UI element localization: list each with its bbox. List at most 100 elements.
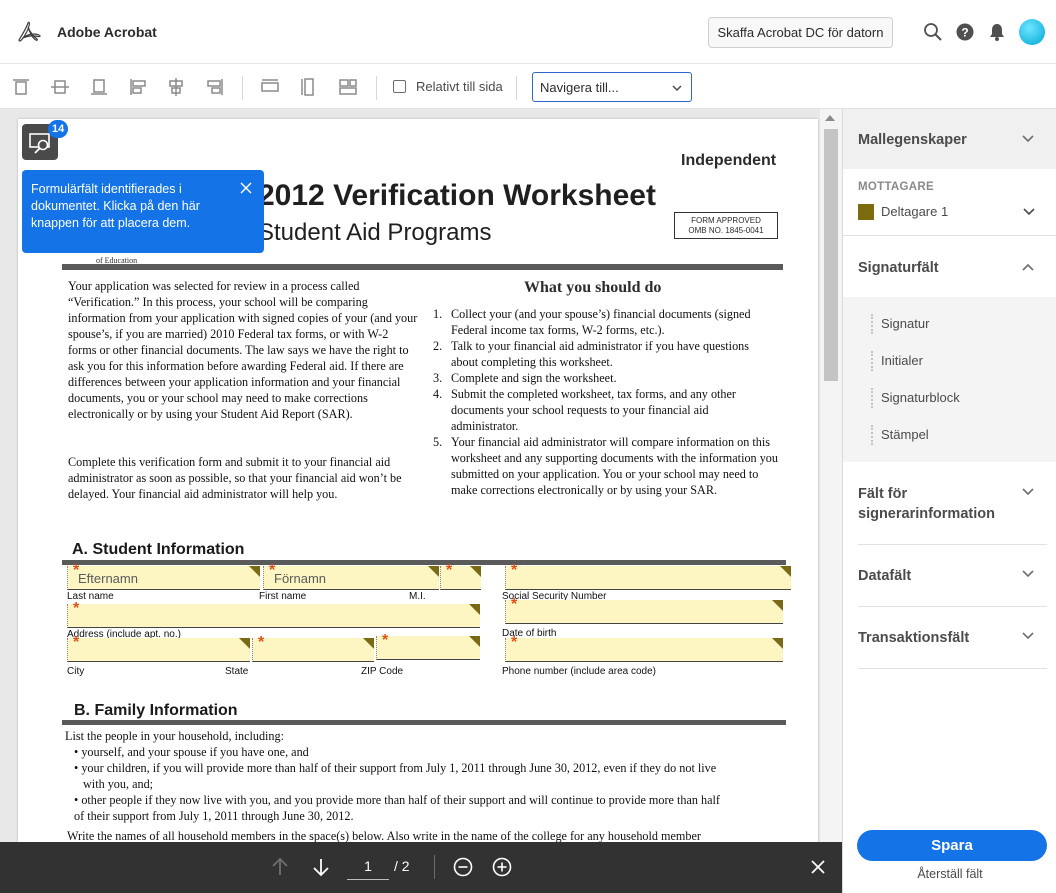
required-marker: * bbox=[446, 562, 453, 579]
zoom-out-icon[interactable] bbox=[452, 856, 474, 878]
scrollbar-thumb[interactable] bbox=[824, 129, 838, 381]
bullet-self: • yourself, and your spouse if you have … bbox=[74, 745, 309, 759]
user-avatar[interactable] bbox=[1019, 19, 1045, 45]
navigate-to-select[interactable]: Navigera till... bbox=[532, 72, 692, 102]
data-fields-title: Datafält bbox=[858, 568, 912, 584]
field-handle bbox=[470, 566, 481, 577]
signature-field-item[interactable]: Signatur bbox=[871, 314, 929, 334]
phone-number-field[interactable]: * bbox=[505, 634, 783, 662]
transaction-fields-title: Transaktionsfält bbox=[858, 630, 970, 646]
data-fields-section[interactable]: Datafält bbox=[843, 545, 1056, 605]
required-marker: * bbox=[511, 634, 518, 651]
align-right-icon[interactable] bbox=[205, 77, 225, 97]
relative-to-page-checkbox[interactable] bbox=[393, 80, 406, 93]
align-left-icon[interactable] bbox=[128, 77, 148, 97]
scroll-up-arrow-icon[interactable] bbox=[825, 115, 835, 121]
match-width-icon[interactable] bbox=[260, 77, 280, 97]
toolbar-divider bbox=[242, 76, 243, 100]
state-field[interactable]: * bbox=[252, 634, 374, 662]
recipient-color-swatch bbox=[858, 204, 874, 220]
app-title: Adobe Acrobat bbox=[57, 24, 157, 40]
recipient-name[interactable]: Deltagare 1 bbox=[881, 204, 948, 219]
list-item: 2. Talk to your financial aid administrat… bbox=[433, 338, 778, 370]
list-item: 4. Submit the completed worksheet, tax fo… bbox=[433, 386, 778, 434]
field-handle bbox=[772, 600, 783, 611]
match-height-icon[interactable] bbox=[299, 77, 319, 97]
first-name-field[interactable]: * Förnamn bbox=[263, 562, 439, 590]
align-center-icon[interactable] bbox=[166, 77, 186, 97]
chevron-down-icon bbox=[1022, 632, 1034, 640]
omb-number-text: OMB NO. 1845-0041 bbox=[688, 226, 764, 235]
panel-divider bbox=[858, 668, 1047, 669]
initials-field-item[interactable]: Initialer bbox=[871, 351, 923, 371]
recipient-dropdown-chevron-icon[interactable] bbox=[1022, 205, 1036, 219]
required-marker: * bbox=[258, 634, 265, 651]
form-approved-text: FORM APPROVED bbox=[691, 216, 761, 225]
reset-fields-link[interactable]: Återställ fält bbox=[843, 867, 1056, 881]
transaction-fields-section[interactable]: Transaktionsfält bbox=[843, 607, 1056, 667]
last-name-field[interactable]: * Efternamn bbox=[67, 562, 260, 590]
get-desktop-app-button[interactable]: Skaffa Acrobat DC för datorn bbox=[708, 17, 893, 48]
right-properties-panel: Mallegenskaper MOTTAGARE Deltagare 1 Sig… bbox=[842, 109, 1056, 893]
independent-label: Independent bbox=[681, 152, 777, 169]
search-icon[interactable] bbox=[922, 21, 944, 43]
document-title: 2012 Verification Worksheet bbox=[258, 179, 656, 212]
next-page-arrow-icon[interactable] bbox=[310, 856, 332, 878]
step-text: Complete and sign the worksheet. bbox=[451, 371, 617, 385]
bullet-children-cont: with you, and; bbox=[83, 777, 154, 791]
signer-info-title-line1: Fält för bbox=[858, 486, 908, 502]
help-icon[interactable]: ? bbox=[954, 21, 976, 43]
ssn-field[interactable]: * bbox=[505, 562, 791, 590]
section-b-heading: B. Family Information bbox=[74, 702, 238, 719]
close-icon[interactable] bbox=[240, 182, 252, 194]
zip-code-field[interactable]: * bbox=[376, 632, 480, 660]
section-a-heading: A. Student Information bbox=[72, 541, 245, 558]
address-field[interactable]: * bbox=[67, 600, 480, 628]
svg-text:?: ? bbox=[961, 26, 968, 40]
city-label: City bbox=[67, 666, 85, 677]
city-field[interactable]: * bbox=[67, 634, 250, 662]
date-of-birth-field[interactable]: * bbox=[505, 596, 783, 624]
bullet-others-cont: of their support from July 1, 2011 throu… bbox=[74, 809, 354, 823]
bullet-others: • other people if they now live with you… bbox=[74, 793, 720, 807]
field-handle bbox=[428, 566, 439, 577]
section-b-rule bbox=[62, 720, 786, 725]
first-name-label: First name bbox=[259, 591, 307, 602]
field-handle bbox=[363, 638, 374, 649]
align-middle-icon[interactable] bbox=[50, 77, 70, 97]
middle-initial-field[interactable]: * bbox=[440, 562, 481, 590]
zoom-in-icon[interactable] bbox=[491, 856, 513, 878]
page-total: / 2 bbox=[394, 858, 410, 874]
signer-info-fields-section[interactable]: Fält för signerarinformation bbox=[843, 464, 1056, 544]
signature-fields-section[interactable]: Signaturfält bbox=[843, 236, 1056, 296]
acrobat-logo-icon[interactable] bbox=[16, 20, 42, 44]
step-text: Collect your (and your spouse’s) financi… bbox=[451, 307, 751, 337]
navigate-to-value: Navigera till... bbox=[540, 80, 619, 95]
chevron-down-icon bbox=[672, 85, 682, 92]
stamp-field-item[interactable]: Stämpel bbox=[871, 425, 929, 445]
match-size-icon[interactable] bbox=[338, 77, 358, 97]
template-properties-section[interactable]: Mallegenskaper bbox=[843, 109, 1056, 169]
notifications-bell-icon[interactable] bbox=[986, 21, 1008, 43]
toolbar-divider bbox=[376, 76, 377, 100]
family-intro-text: List the people in your household, inclu… bbox=[65, 729, 285, 743]
chevron-up-icon bbox=[1022, 263, 1034, 271]
previous-page-arrow-icon[interactable] bbox=[269, 856, 291, 878]
last-name-placeholder: Efternamn bbox=[78, 571, 138, 586]
page-number-input[interactable]: 1 bbox=[347, 854, 389, 880]
align-top-icon[interactable] bbox=[11, 77, 31, 97]
signature-block-field-item[interactable]: Signaturblock bbox=[871, 388, 960, 408]
intro-paragraph-1: Your application was selected for review… bbox=[68, 279, 418, 421]
chevron-down-icon bbox=[1022, 488, 1034, 496]
zip-label: ZIP Code bbox=[361, 666, 404, 677]
step-text: Talk to your financial aid administrator… bbox=[451, 339, 750, 369]
phone-label: Phone number (include area code) bbox=[502, 666, 656, 677]
close-pager-icon[interactable] bbox=[807, 856, 829, 878]
document-scrollbar[interactable] bbox=[820, 109, 842, 842]
section-a-rule bbox=[62, 560, 786, 565]
recipients-label: MOTTAGARE bbox=[858, 181, 934, 193]
align-bottom-icon[interactable] bbox=[89, 77, 109, 97]
mi-label: M.I. bbox=[409, 591, 426, 602]
save-button[interactable]: Spara bbox=[857, 830, 1047, 861]
chevron-down-icon bbox=[1022, 135, 1034, 143]
